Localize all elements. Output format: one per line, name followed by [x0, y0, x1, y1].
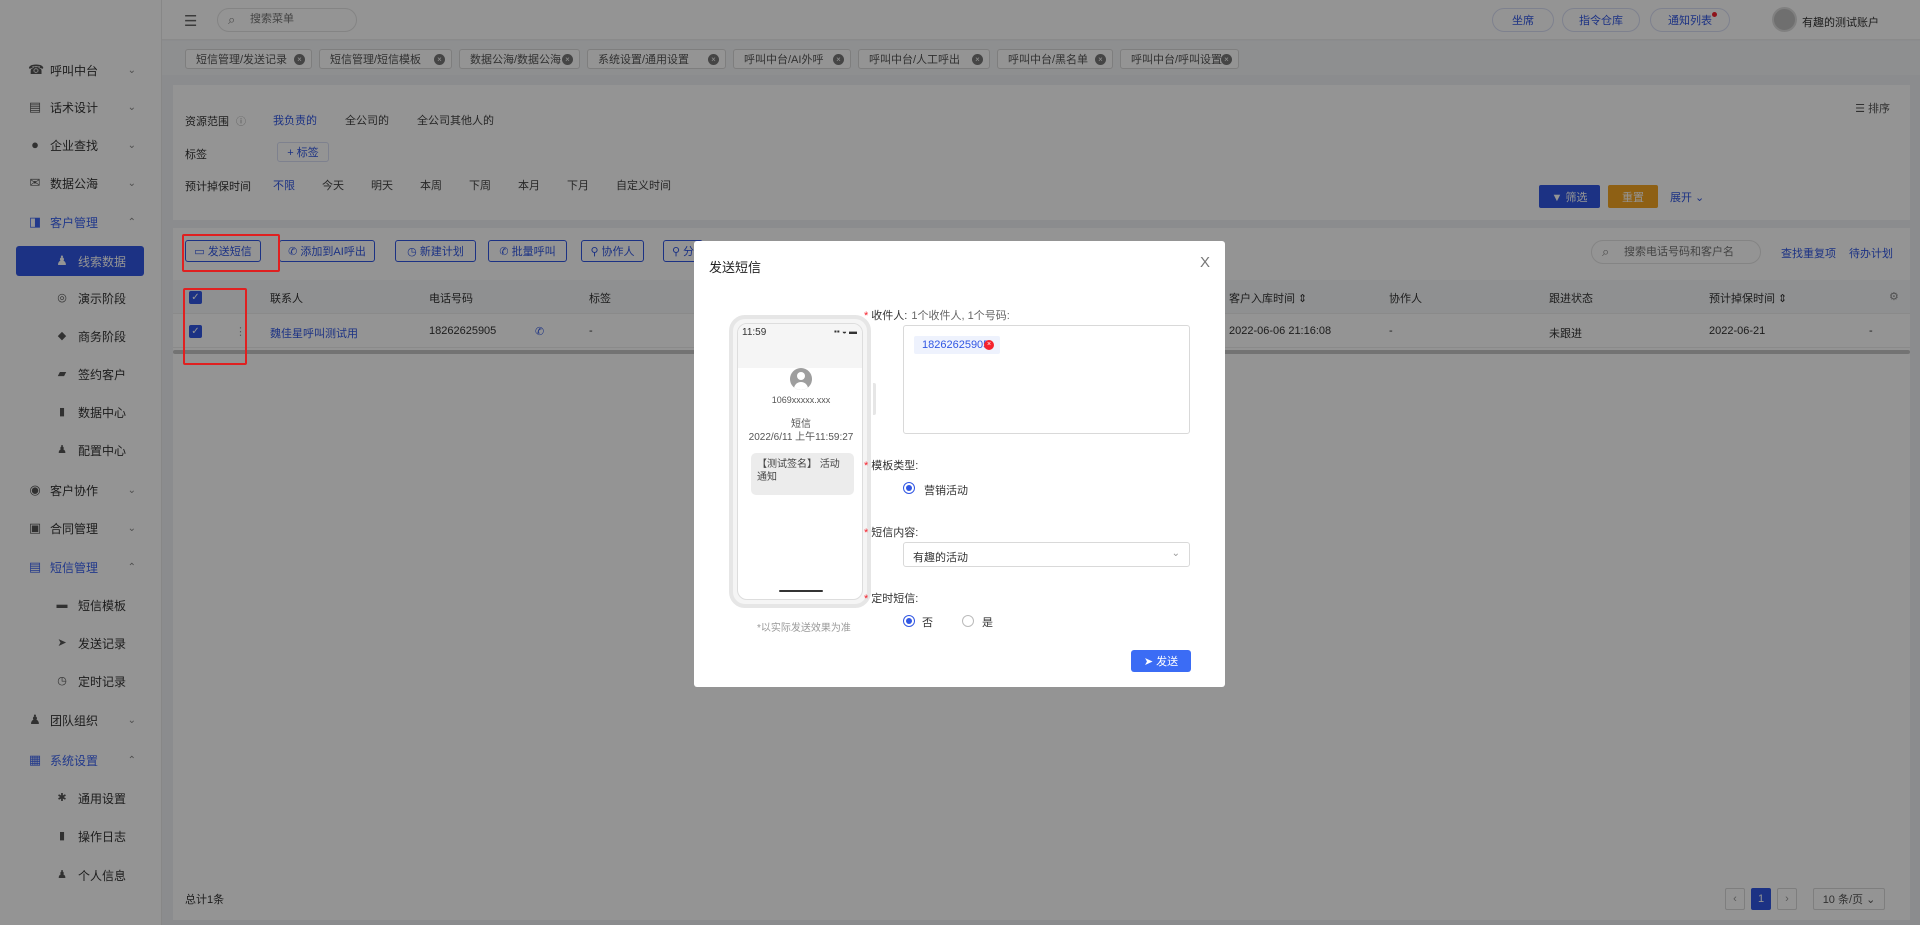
template-type-radio[interactable] [903, 482, 915, 494]
close-icon[interactable]: X [1200, 254, 1210, 271]
message-bubble: 【测试签名】 活动通知 [751, 453, 854, 495]
phone-time: 11:59 [742, 327, 767, 338]
preview-note: *以实际发送效果为准 [757, 623, 851, 634]
recipient-hint: 1个收件人, 1个号码: [911, 310, 1010, 322]
recipient-chip: 18262625905 × [914, 336, 1000, 354]
sender-avatar [790, 368, 812, 390]
recipient-label: * 收件人: 1个收件人, 1个号码: [864, 310, 1010, 322]
phone-preview: 11:59 ▪▪ ◒ ▬ 1069xxxxx.xxx 短信 2022/6/11 … [729, 315, 871, 608]
phone-status-icons: ▪▪ ◒ ▬ [834, 327, 857, 336]
content-label: * 短信内容: [864, 527, 919, 539]
dialog-title: 发送短信 [709, 260, 762, 275]
scheduled-no-label[interactable]: 否 [922, 614, 933, 630]
template-type-label-text: 模板类型: [871, 460, 919, 472]
home-indicator [779, 590, 823, 592]
content-select[interactable]: 有趣的活动 ⌄ [903, 542, 1190, 567]
scheduled-label: * 定时短信: [864, 593, 919, 605]
sender-number: 1069xxxxx.xxx [771, 395, 831, 405]
recipient-box[interactable]: 18262625905 × [903, 325, 1190, 434]
chevron-down-icon: ⌄ [1171, 548, 1180, 559]
message-time: 2022/6/11 上午11:59:27 [748, 432, 854, 443]
template-type-label: * 模板类型: [864, 460, 919, 472]
scheduled-label-text: 定时短信: [871, 593, 919, 605]
scheduled-yes-label[interactable]: 是 [982, 614, 993, 630]
phone-screen: 11:59 ▪▪ ◒ ▬ 1069xxxxx.xxx 短信 2022/6/11 … [737, 323, 863, 600]
send-button[interactable]: ➤ 发送 [1131, 650, 1191, 672]
scheduled-yes-radio[interactable] [962, 615, 974, 627]
send-label: ➤ 发送 [1143, 656, 1179, 668]
content-label-text: 短信内容: [871, 527, 919, 539]
recipient-label-text: 收件人: [871, 310, 908, 322]
send-sms-dialog: 发送短信 X 11:59 ▪▪ ◒ ▬ 1069xxxxx.xxx 短信 202… [694, 241, 1225, 687]
content-value: 有趣的活动 [913, 552, 968, 564]
template-type-option[interactable]: 营销活动 [924, 482, 968, 498]
scheduled-no-radio[interactable] [903, 615, 915, 627]
phone-side-button [873, 383, 876, 415]
recipient-number: 18262625905 [922, 339, 990, 351]
remove-recipient-icon[interactable]: × [984, 340, 994, 350]
